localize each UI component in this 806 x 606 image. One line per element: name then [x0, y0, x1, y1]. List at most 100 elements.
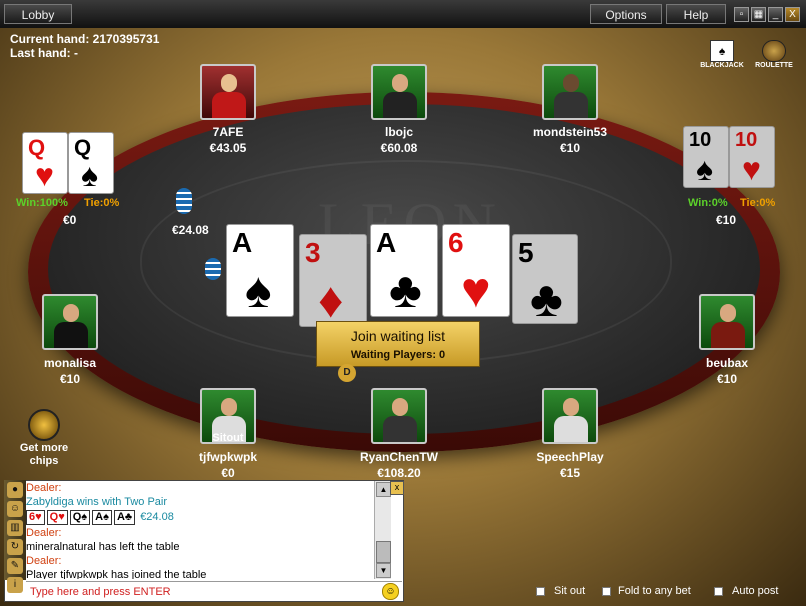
right-hole-card-2: 10 ♥ [729, 126, 775, 188]
blackjack-label: BLACKJACK [700, 62, 744, 69]
avatar-mondstein53[interactable] [542, 64, 598, 120]
heart-icon: ♥ [35, 157, 54, 193]
last-hand: Last hand: - [10, 46, 78, 60]
player-name: RyanChenTW [360, 450, 438, 464]
player-stack: €0 [221, 466, 235, 480]
chat-line: Dealer: [26, 527, 62, 539]
player-stack: €15 [559, 466, 581, 480]
avatar-beubax[interactable] [699, 294, 755, 350]
club-icon: ♣ [530, 271, 563, 327]
spade-icon: ♠ [81, 157, 98, 193]
chat-line: Player tjfwpkwpk has joined the table [26, 569, 207, 579]
board-card-1: A ♠ [226, 224, 294, 318]
chat-line: Dealer: [26, 482, 62, 494]
player-stack: €10 [59, 372, 81, 386]
fold-any-checkbox[interactable] [602, 587, 611, 596]
chat-log: Dealer: Zabyldiga wins with Two Pair 6♥ Q… [26, 481, 374, 579]
player-name: lbojc [384, 125, 413, 139]
avatar-7afe[interactable] [200, 64, 256, 120]
roulette-shortcut[interactable]: ROULETTE [752, 40, 796, 69]
get-more-chips-link[interactable]: Get more chips [8, 442, 80, 468]
info-icon[interactable]: i [7, 577, 23, 593]
scroll-thumb[interactable] [376, 541, 391, 563]
scroll-up-icon[interactable]: ▲ [376, 482, 391, 497]
smiley-icon[interactable]: ☺ [382, 583, 399, 600]
right-amount: €10 [716, 213, 737, 227]
chat-card: Q♠ [69, 510, 91, 525]
board-card-3: A ♣ [370, 224, 438, 318]
club-icon: ♣ [389, 262, 422, 318]
pot-bet: €24.08 [172, 223, 209, 237]
blackjack-shortcut[interactable]: ♠ BLACKJACK [700, 40, 744, 69]
close-button[interactable]: X [785, 7, 800, 22]
chat-close-icon[interactable]: x [390, 481, 404, 495]
right-hole-card-1: 10 ♠ [683, 126, 729, 188]
right-win-pct: Win:0% [688, 197, 728, 209]
chat-amount: €24.08 [140, 511, 174, 523]
avatar-lbojc[interactable] [371, 64, 427, 120]
chat-cards-line: 6♥ Q♥ Q♠ A♠ A♣ €24.08 [26, 510, 374, 525]
roulette-label: ROULETTE [755, 62, 793, 69]
spade-icon: ♠ [696, 151, 713, 187]
avatar-monaiisa[interactable] [42, 294, 98, 350]
chat-card: 6♥ [26, 510, 45, 525]
help-button[interactable]: Help [666, 4, 726, 24]
avatar-speechplay[interactable] [542, 388, 598, 444]
options-button[interactable]: Options [590, 4, 662, 24]
dealer-button: D [338, 364, 356, 382]
restore-icon[interactable]: ▫ [734, 7, 749, 22]
join-label: Join waiting list [350, 328, 446, 344]
notes-icon[interactable]: ✎ [7, 558, 23, 574]
player-name: 7AFE [212, 125, 244, 139]
player-stack: €60.08 [380, 141, 418, 155]
hand-info: Current hand: 2170395731 Last hand: - [10, 32, 159, 60]
avatar-ryanchentw[interactable] [371, 388, 427, 444]
left-amount: €0 [63, 213, 77, 227]
chat-toggle-icon[interactable]: ● [7, 482, 23, 498]
waiting-players: Waiting Players: 0 [350, 349, 446, 361]
chip-stack-icon [176, 188, 192, 214]
chat-card: A♠ [92, 510, 112, 525]
sit-out-label: Sit out [554, 585, 586, 597]
blackjack-icon: ♠ [710, 40, 734, 62]
chat-card: A♣ [113, 510, 136, 525]
board-card-4: 6 ♥ [442, 224, 510, 318]
player-name: mondstein53 [532, 125, 607, 139]
player-name: SpeechPlay [536, 450, 604, 464]
left-hole-card-1: Q ♥ [22, 132, 68, 194]
chat-scrollbar[interactable]: ▲ ▼ [374, 481, 391, 579]
roulette-icon [762, 40, 786, 62]
chat-line: Dealer: [26, 555, 62, 567]
action-bar: Sit out Fold to any bet Auto post [404, 582, 806, 606]
history-icon[interactable]: ↻ [7, 539, 23, 555]
player-name: beubax [705, 356, 748, 370]
stats-icon[interactable]: ▥ [7, 520, 23, 536]
player-stack: €108.20 [377, 466, 421, 480]
chip-icon [205, 258, 221, 280]
board-card-5: 5 ♣ [512, 234, 578, 327]
get-chips-icon[interactable] [28, 409, 60, 441]
right-tie-pct: Tie:0% [740, 197, 776, 209]
chat-line: mineralnatural has left the table [26, 541, 180, 553]
auto-post-label: Auto post [732, 585, 779, 597]
player-icon[interactable]: ☺ [7, 501, 23, 517]
minimize-button[interactable]: _ [768, 7, 783, 22]
auto-post-checkbox[interactable] [714, 587, 723, 596]
chat-card: Q♥ [46, 510, 68, 525]
scroll-down-icon[interactable]: ▼ [376, 563, 391, 578]
sit-out-checkbox[interactable] [536, 587, 545, 596]
lobby-button[interactable]: Lobby [4, 4, 72, 24]
tile-icon[interactable]: ▦ [751, 7, 766, 22]
player-stack: €43.05 [209, 141, 247, 155]
player-name: tjfwpkwpk [198, 450, 257, 464]
chat-input-placeholder: Type here and press ENTER [30, 586, 171, 598]
board-card-2: 3 ♦ [299, 234, 367, 328]
player-stack: €10 [716, 372, 738, 386]
join-waiting-list-button[interactable]: Join waiting list Waiting Players: 0 [316, 321, 480, 367]
left-hole-card-2: Q ♠ [68, 132, 114, 194]
player-stack: €10 [559, 141, 581, 155]
player-name: monaIisa [43, 356, 97, 370]
chat-sidebar: ● ☺ ▥ ↻ ✎ i [4, 480, 26, 593]
heart-icon: ♥ [461, 262, 491, 318]
chat-input[interactable]: Type here and press ENTER [26, 581, 402, 602]
